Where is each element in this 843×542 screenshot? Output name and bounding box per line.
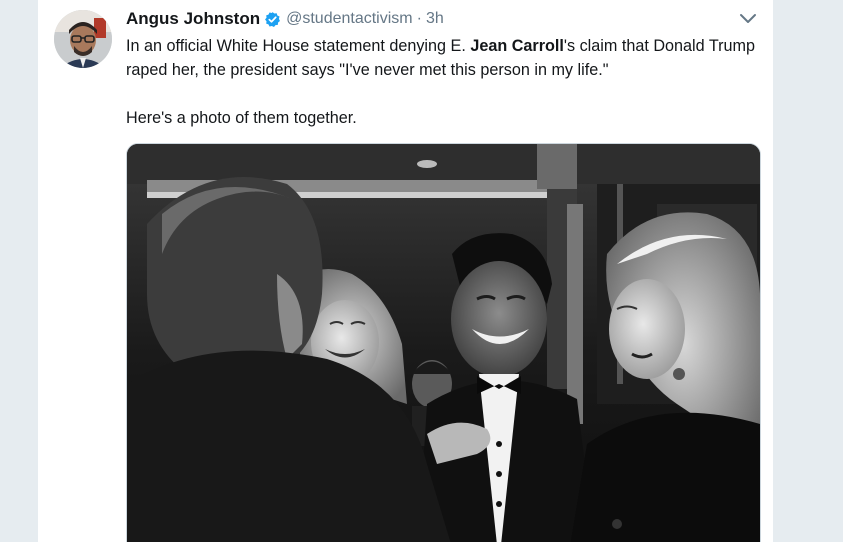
photo-image [127, 144, 760, 542]
tweet-body: In an official White House statement den… [126, 34, 756, 130]
tweet-text-bold-name: Jean Carroll [470, 37, 564, 55]
tweet-text-paragraph-1: In an official White House statement den… [126, 34, 756, 82]
chevron-down-icon [740, 14, 756, 23]
tweet-menu-button[interactable] [739, 12, 757, 26]
timeline-background: Angus Johnston @studentactivism · 3h In … [0, 0, 843, 542]
author-display-name[interactable]: Angus Johnston [126, 9, 260, 29]
verified-badge-icon [264, 11, 281, 28]
tweet-card[interactable]: Angus Johnston @studentactivism · 3h In … [38, 0, 773, 542]
tweet-header: Angus Johnston @studentactivism · 3h [126, 8, 444, 30]
user-avatar-icon [54, 10, 112, 68]
tweet-text-part: In an official White House statement den… [126, 37, 471, 55]
tweet-timestamp[interactable]: 3h [426, 10, 444, 28]
header-separator: · [416, 10, 422, 27]
author-avatar[interactable] [54, 10, 112, 68]
tweet-text-paragraph-2: Here's a photo of them together. [126, 109, 357, 127]
author-handle[interactable]: @studentactivism [286, 10, 413, 28]
tweet-photo[interactable] [126, 143, 761, 542]
